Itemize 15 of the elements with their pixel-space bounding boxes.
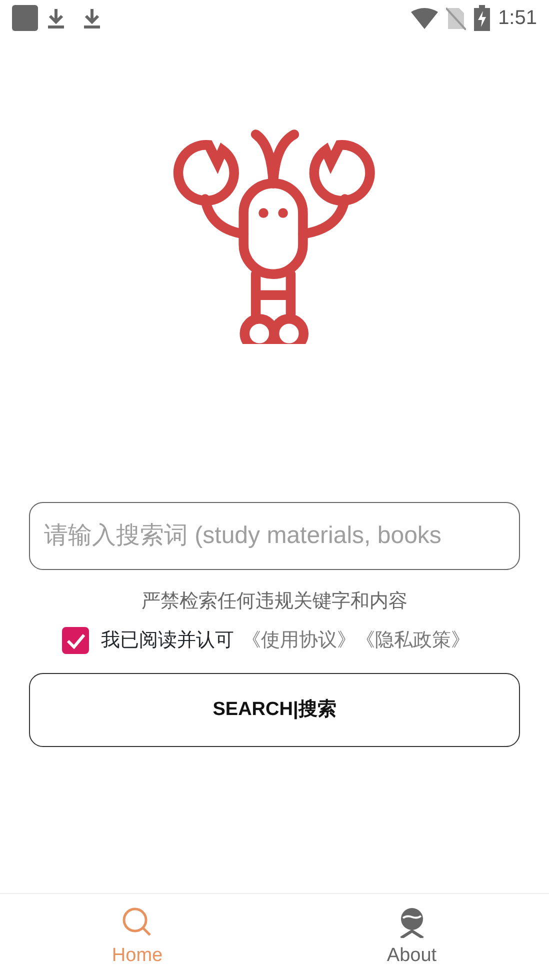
battery-charging-icon — [474, 5, 490, 31]
notice-text: 严禁检索任何违规关键字和内容 — [142, 590, 408, 614]
download-icon — [46, 7, 66, 29]
agreement-text: 我已阅读并认可 — [101, 628, 234, 652]
status-time: 1:51 — [498, 6, 537, 31]
search-icon — [121, 906, 154, 938]
wifi-icon — [411, 8, 438, 28]
no-sim-icon — [446, 6, 466, 30]
download-icon — [82, 7, 102, 29]
policy-link[interactable]: 《使用协议》 — [242, 626, 356, 655]
search-button[interactable]: SEARCH|搜索 — [29, 673, 520, 747]
policy-link[interactable]: 《隐私政策》 — [356, 626, 470, 655]
search-field[interactable]: 请输入搜索词 (study materials, books — [29, 502, 520, 570]
agreement-checkbox[interactable] — [62, 627, 89, 654]
app-notification-icon — [12, 5, 38, 31]
